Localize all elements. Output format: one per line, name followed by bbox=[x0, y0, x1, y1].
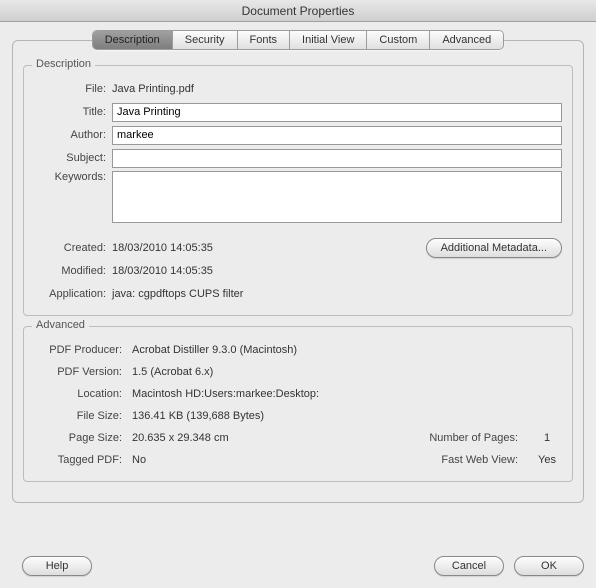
tab-fonts[interactable]: Fonts bbox=[238, 31, 291, 49]
page-size-value: 20.635 x 29.348 cm bbox=[132, 430, 229, 446]
label-modified: Modified: bbox=[34, 265, 112, 277]
label-subject: Subject: bbox=[34, 152, 112, 164]
tab-bar: Description Security Fonts Initial View … bbox=[0, 22, 596, 503]
cancel-button[interactable]: Cancel bbox=[434, 556, 504, 576]
producer-value: Acrobat Distiller 9.3.0 (Macintosh) bbox=[132, 342, 297, 358]
tabs: Description Security Fonts Initial View … bbox=[92, 30, 505, 50]
description-group: Description File: Java Printing.pdf Titl… bbox=[23, 65, 573, 316]
label-fast-web: Fast Web View: bbox=[441, 454, 532, 466]
label-page-size: Page Size: bbox=[34, 432, 132, 444]
title-input[interactable] bbox=[112, 103, 562, 122]
num-pages-value: 1 bbox=[532, 430, 562, 446]
modified-value: 18/03/2010 14:05:35 bbox=[112, 263, 562, 279]
created-value: 18/03/2010 14:05:35 bbox=[112, 240, 213, 256]
ok-button[interactable]: OK bbox=[514, 556, 584, 576]
label-tagged: Tagged PDF: bbox=[34, 454, 132, 466]
description-group-label: Description bbox=[32, 58, 95, 70]
file-size-value: 136.41 KB (139,688 Bytes) bbox=[132, 408, 264, 424]
label-producer: PDF Producer: bbox=[34, 344, 132, 356]
tab-advanced[interactable]: Advanced bbox=[430, 31, 503, 49]
label-application: Application: bbox=[34, 288, 112, 300]
help-button[interactable]: Help bbox=[22, 556, 92, 576]
fast-web-value: Yes bbox=[532, 452, 562, 468]
label-num-pages: Number of Pages: bbox=[429, 432, 532, 444]
label-keywords: Keywords: bbox=[34, 171, 112, 183]
label-file-size: File Size: bbox=[34, 410, 132, 422]
label-version: PDF Version: bbox=[34, 366, 132, 378]
label-location: Location: bbox=[34, 388, 132, 400]
label-author: Author: bbox=[34, 129, 112, 141]
tab-description[interactable]: Description bbox=[93, 31, 173, 49]
keywords-input[interactable] bbox=[112, 171, 562, 223]
tab-security[interactable]: Security bbox=[173, 31, 238, 49]
advanced-group: Advanced PDF Producer: Acrobat Distiller… bbox=[23, 326, 573, 482]
additional-metadata-button[interactable]: Additional Metadata... bbox=[426, 238, 562, 258]
author-input[interactable] bbox=[112, 126, 562, 145]
location-value: Macintosh HD:Users:markee:Desktop: bbox=[132, 386, 319, 402]
advanced-group-label: Advanced bbox=[32, 319, 89, 331]
label-file: File: bbox=[34, 83, 112, 95]
tab-initial-view[interactable]: Initial View bbox=[290, 31, 367, 49]
window-title: Document Properties bbox=[0, 0, 596, 22]
tagged-value: No bbox=[132, 452, 146, 468]
label-created: Created: bbox=[34, 242, 112, 254]
subject-input[interactable] bbox=[112, 149, 562, 168]
label-title: Title: bbox=[34, 106, 112, 118]
footer: Help Cancel OK bbox=[12, 556, 584, 576]
file-value: Java Printing.pdf bbox=[112, 81, 562, 97]
application-value: java: cgpdftops CUPS filter bbox=[112, 286, 562, 302]
version-value: 1.5 (Acrobat 6.x) bbox=[132, 364, 213, 380]
content-panel: Description File: Java Printing.pdf Titl… bbox=[12, 40, 584, 503]
tab-custom[interactable]: Custom bbox=[367, 31, 430, 49]
